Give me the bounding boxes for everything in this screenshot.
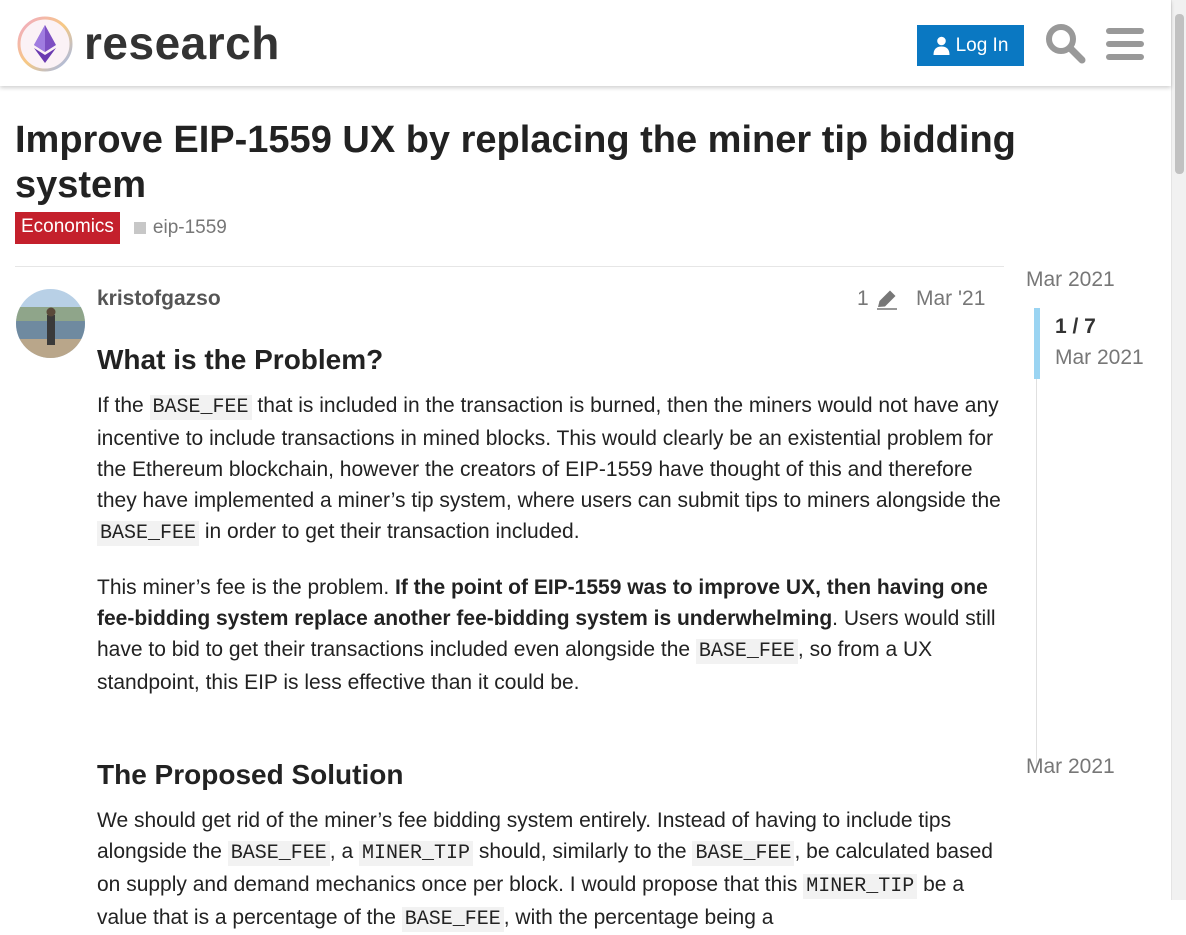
inline-code: BASE_FEE: [692, 841, 795, 866]
post-divider: [15, 266, 1004, 267]
post-date[interactable]: Mar '21: [916, 286, 985, 312]
category-badge[interactable]: Economics: [15, 212, 120, 244]
timeline-end-date[interactable]: Mar 2021: [1026, 753, 1115, 781]
post-paragraph: If the BASE_FEE that is included in the …: [97, 390, 1002, 549]
inline-code: BASE_FEE: [227, 841, 330, 866]
inline-code: MINER_TIP: [358, 841, 474, 866]
text-span: , a: [329, 840, 359, 863]
text-span: should, similarly to the: [473, 840, 693, 863]
topic-title[interactable]: Improve EIP-1559 UX by replacing the min…: [15, 118, 1035, 208]
inline-code: BASE_FEE: [97, 521, 200, 546]
user-icon: [933, 36, 950, 55]
post-body: What is the Problem? If the BASE_FEE tha…: [97, 340, 1002, 935]
text-span: in order to get their transaction includ…: [199, 520, 580, 543]
inline-code: BASE_FEE: [401, 907, 504, 932]
site-name[interactable]: research: [84, 14, 280, 72]
inline-code: BASE_FEE: [149, 395, 252, 420]
ethereum-logo-icon[interactable]: [16, 15, 74, 73]
post-heading-problem: What is the Problem?: [97, 344, 384, 375]
timeline-position: 1 / 7: [1055, 315, 1096, 338]
post-heading-solution: The Proposed Solution: [97, 759, 404, 790]
timeline-start-date[interactable]: Mar 2021: [1026, 266, 1115, 294]
scrollbar-thumb[interactable]: [1175, 14, 1184, 174]
site-header: research Log In: [0, 0, 1171, 86]
edit-count: 1: [857, 287, 869, 310]
timeline-scroll-handle[interactable]: [1034, 308, 1040, 379]
edit-history-button[interactable]: 1: [857, 287, 899, 311]
post-paragraph: We should get rid of the miner’s fee bid…: [97, 805, 1002, 935]
search-icon[interactable]: [1044, 22, 1086, 64]
hamburger-menu-icon[interactable]: [1106, 26, 1144, 62]
post-paragraph: This miner’s fee is the problem. If the …: [97, 572, 1002, 698]
inline-code: MINER_TIP: [803, 874, 918, 899]
tag-eip-1559[interactable]: eip-1559: [153, 217, 227, 239]
page-scrollbar[interactable]: [1171, 0, 1186, 900]
topic-tags: Economics eip-1559: [15, 212, 227, 244]
login-button[interactable]: Log In: [917, 25, 1024, 66]
post-author[interactable]: kristofgazso: [97, 286, 221, 312]
pencil-icon: [876, 290, 897, 310]
tag-square-icon: [133, 222, 146, 234]
avatar[interactable]: [16, 289, 85, 358]
text-span: This miner’s fee is the problem.: [97, 576, 396, 599]
inline-code: BASE_FEE: [695, 639, 798, 664]
timeline-current-date: Mar 2021: [1055, 346, 1144, 369]
login-label: Log In: [955, 34, 1009, 56]
text-span: If the: [97, 394, 150, 417]
text-span: , with the percentage being a: [503, 906, 774, 929]
